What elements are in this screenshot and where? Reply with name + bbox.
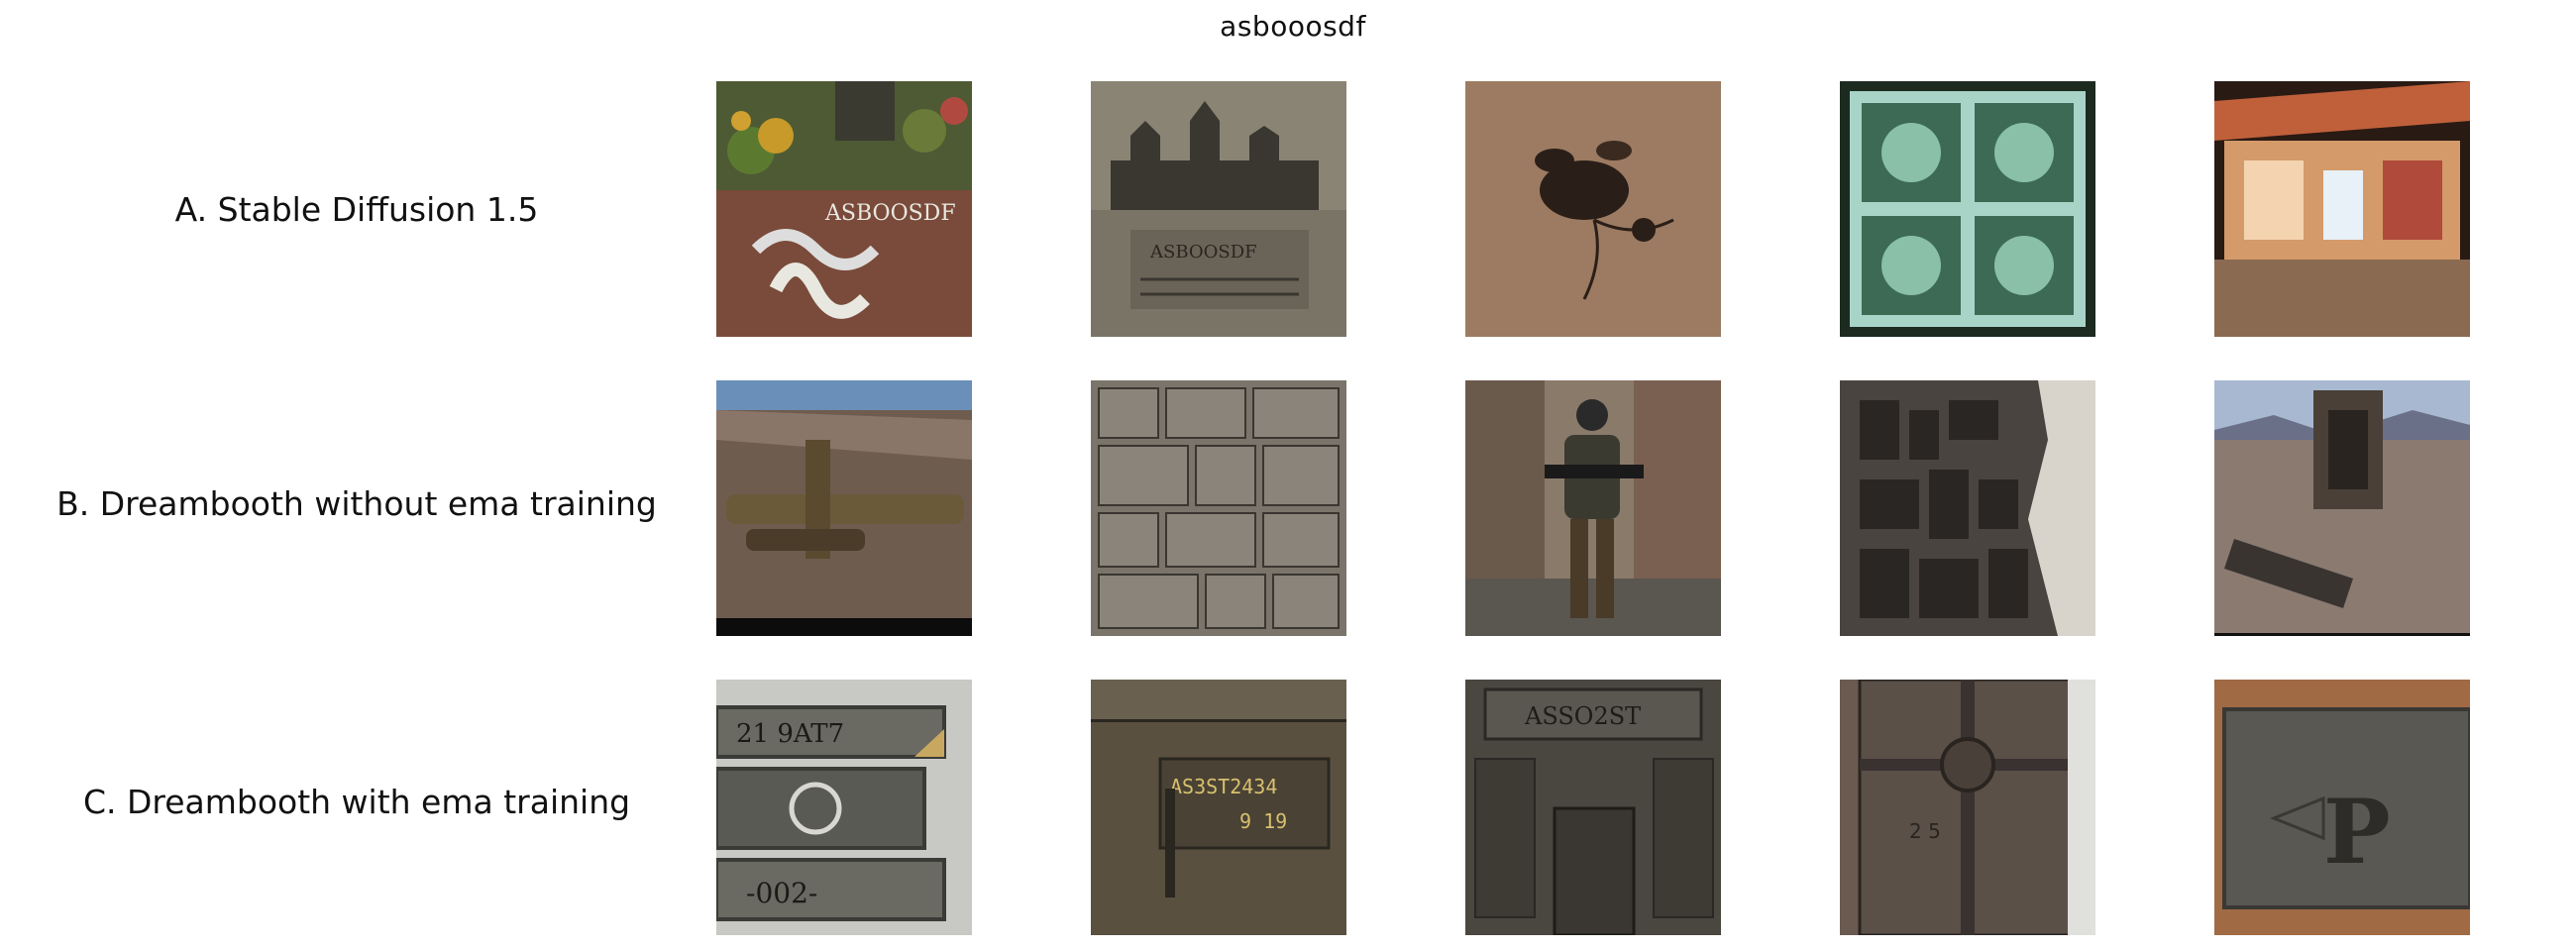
row-label-c: C. Dreambooth with ema training [82,783,631,821]
svg-text:9 19: 9 19 [1239,809,1287,833]
letter-p-plaque-image: P [2214,680,2470,935]
svg-text:ASBOOSDF: ASBOOSDF [1149,242,1257,263]
engraved-panel-image: AS3ST2434 9 19 [1091,680,1346,935]
metal-door-panel-image: ASSO2ST [1465,680,1721,935]
svg-text:AS3ST2434: AS3ST2434 [1170,775,1277,798]
armored-soldier-image [1465,380,1721,636]
svg-text:21 9AT7: 21 9AT7 [736,719,844,749]
svg-text:ASSO2ST: ASSO2ST [1524,702,1641,730]
riveted-steel-door-image: 2 5 [1840,680,2095,935]
old-cathedral-engraving-image: ASBOOSDF [1091,81,1346,337]
mechanical-structure-image [1840,380,2095,636]
metal-panel-texture-image [1091,380,1346,636]
military-aircraft-in-desert-image [716,380,972,636]
row-label-a: A. Stable Diffusion 1.5 [174,190,539,229]
metal-nameplates-image: 21 9AT7 -002- [716,680,972,935]
desert-base-render-image [2214,380,2470,636]
svg-text:ASBOOSDF: ASBOOSDF [824,201,956,226]
postage-stamp-image [1840,81,2095,337]
svg-text:-002-: -002- [746,877,817,909]
garden-with-carved-letters-image: ASBOOSDF [716,81,972,337]
botanical-ink-sketch-image [1465,81,1721,337]
svg-text:P: P [2323,780,2391,885]
storefront-at-night-image [2214,81,2470,337]
svg-text:2 5: 2 5 [1909,819,1941,843]
row-label-b: B. Dreambooth without ema training [56,484,657,523]
figure-title: asbooosdf [1220,10,1366,43]
